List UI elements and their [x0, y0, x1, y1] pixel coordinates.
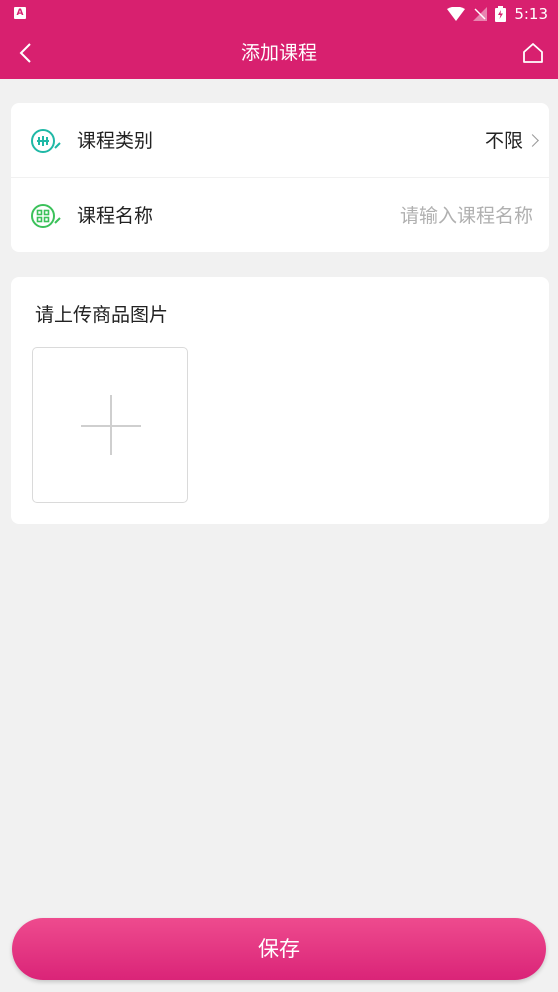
plus-icon-vertical	[110, 395, 112, 455]
category-icon	[31, 129, 61, 153]
status-icons: 5:13	[447, 4, 548, 24]
grid-edit-icon	[31, 204, 61, 228]
home-icon	[523, 43, 543, 63]
page-title: 添加课程	[240, 42, 317, 64]
wifi-icon	[447, 7, 466, 21]
status-bar: A 5:13	[0, 0, 558, 28]
battery-icon	[495, 6, 507, 22]
name-row: 课程名称	[11, 178, 549, 252]
notification-indicator: A	[14, 7, 26, 19]
home-button[interactable]	[520, 40, 546, 66]
upload-label: 请上传商品图片	[35, 304, 169, 326]
save-button[interactable]: 保存	[12, 918, 546, 980]
upload-image-button[interactable]	[32, 347, 188, 503]
category-label: 课程类别	[77, 130, 154, 152]
course-form-card: 课程类别 不限 课程名称	[11, 103, 549, 252]
name-label: 课程名称	[77, 205, 154, 227]
category-value: 不限	[484, 130, 523, 152]
course-name-input[interactable]	[313, 202, 533, 230]
app-bar: 添加课程	[0, 28, 558, 79]
status-time: 5:13	[514, 5, 548, 23]
image-upload-card: 请上传商品图片	[11, 277, 549, 524]
category-row[interactable]: 课程类别 不限	[11, 103, 549, 178]
chevron-right-icon	[526, 134, 539, 147]
no-signal-icon	[473, 7, 488, 21]
